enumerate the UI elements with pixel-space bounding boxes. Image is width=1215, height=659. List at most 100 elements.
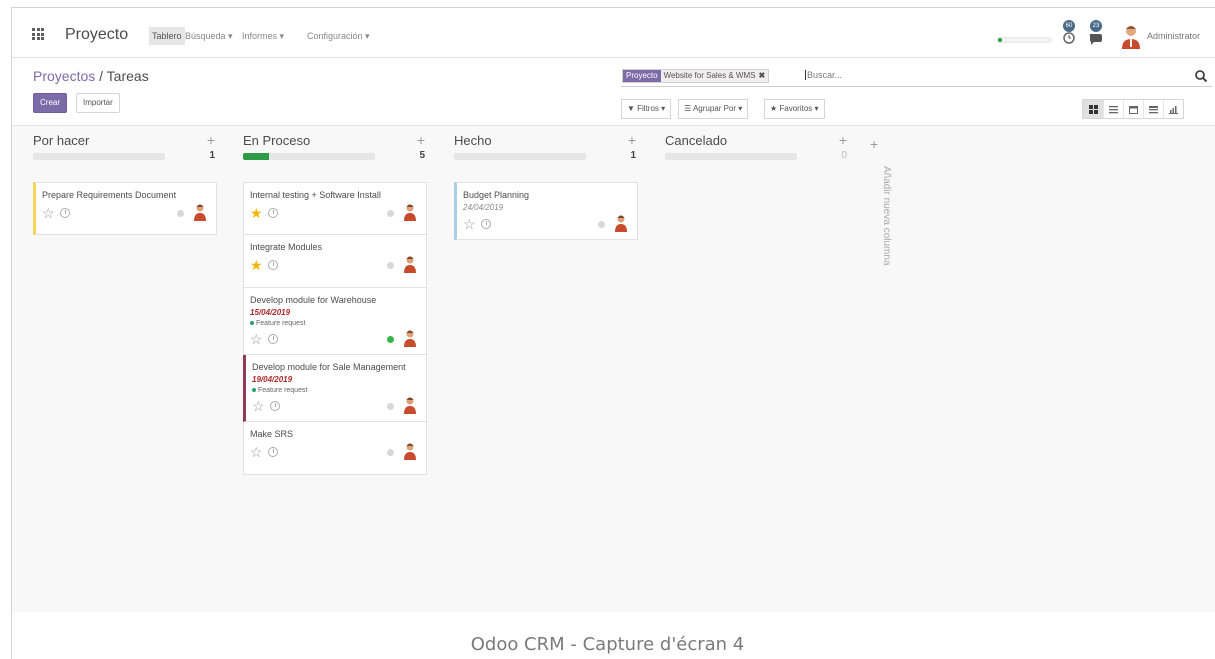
activity-icon[interactable] — [268, 334, 278, 344]
messages-badge: 23 — [1090, 20, 1102, 32]
assignee-avatar — [404, 397, 416, 414]
app-brand[interactable]: Proyecto — [65, 26, 128, 44]
tag-label: Feature request — [256, 320, 306, 327]
column-header[interactable]: En Proceso + 5 — [243, 128, 427, 168]
search-icon[interactable] — [1194, 69, 1208, 83]
column-title[interactable]: En Proceso — [243, 133, 310, 148]
breadcrumb-separator: / — [95, 68, 107, 84]
import-button[interactable]: Importar — [76, 93, 120, 113]
task-card[interactable]: Develop module for Sale Management 19/04… — [243, 355, 427, 422]
add-column-icon[interactable]: + — [870, 136, 878, 152]
activity-clock-icon[interactable]: 60 — [1060, 20, 1078, 46]
quick-create-icon[interactable]: + — [207, 132, 215, 148]
messages-icon[interactable]: 23 — [1087, 20, 1105, 46]
column-count: 5 — [419, 150, 425, 161]
column-title[interactable]: Hecho — [454, 133, 492, 148]
menu-busqueda[interactable]: Búsqueda ▾ — [185, 31, 233, 42]
top-navbar: Proyecto Tablero Búsqueda ▾ Informes ▾ C… — [12, 8, 1215, 58]
task-footer: ☆ — [463, 215, 631, 234]
star-icon[interactable]: ☆ — [463, 216, 476, 232]
column-progress-bar[interactable] — [33, 153, 165, 160]
kanban-state-icon[interactable] — [598, 221, 605, 228]
kanban-state-icon[interactable] — [387, 336, 394, 343]
graph-view-icon[interactable] — [1163, 100, 1183, 118]
view-switcher — [1082, 99, 1184, 119]
kanban-state-icon[interactable] — [387, 210, 394, 217]
search-bar[interactable]: Proyecto Website for Sales & WMS ✖ Busca… — [621, 66, 1212, 87]
list-view-icon[interactable] — [1103, 100, 1123, 118]
facet-title: Proyecto — [623, 70, 661, 82]
task-deadline: 15/04/2019 — [250, 308, 291, 317]
column-progress-bar[interactable] — [665, 153, 797, 160]
task-title: Make SRS — [250, 429, 294, 439]
search-facet[interactable]: Proyecto Website for Sales & WMS ✖ — [622, 69, 770, 83]
task-card[interactable]: Integrate Modules ★ — [243, 235, 427, 288]
quick-create-icon[interactable]: + — [628, 132, 636, 148]
kanban-state-icon[interactable] — [387, 403, 394, 410]
kanban-state-icon[interactable] — [387, 262, 394, 269]
menu-configuracion[interactable]: Configuración ▾ — [307, 31, 370, 42]
group-by-button[interactable]: ☰ Agrupar Por ▾ — [678, 99, 749, 119]
kanban-view-icon[interactable] — [1083, 100, 1103, 118]
activity-icon[interactable] — [268, 208, 278, 218]
timer-progress[interactable] — [997, 37, 1052, 43]
kanban-state-icon[interactable] — [177, 210, 184, 217]
apps-menu-icon[interactable] — [32, 28, 44, 40]
task-footer: ★ — [250, 256, 420, 275]
task-card[interactable]: Budget Planning 24/04/2019 ☆ — [454, 182, 638, 240]
breadcrumb-current: Tareas — [106, 68, 149, 84]
app-window: Proyecto Tablero Búsqueda ▾ Informes ▾ C… — [11, 7, 1215, 659]
task-footer: ☆ — [250, 330, 420, 349]
facet-remove-icon[interactable]: ✖ — [758, 70, 769, 82]
kanban-state-icon[interactable] — [387, 449, 394, 456]
menu-tablero[interactable]: Tablero — [149, 27, 185, 45]
column-count: 0 — [841, 150, 847, 161]
column-header[interactable]: Cancelado + 0 — [665, 128, 849, 168]
column-title[interactable]: Por hacer — [33, 133, 89, 148]
favorites-button[interactable]: ★ Favoritos ▾ — [764, 99, 825, 119]
user-avatar[interactable] — [1120, 23, 1142, 49]
activity-icon[interactable] — [268, 447, 278, 457]
activity-icon[interactable] — [481, 219, 491, 229]
add-column-button[interactable]: + Añadir nueva columna — [867, 136, 892, 286]
user-name[interactable]: Administrator — [1147, 31, 1200, 41]
star-icon[interactable]: ☆ — [252, 398, 265, 414]
task-card[interactable]: Internal testing + Software Install ★ — [243, 182, 427, 235]
task-deadline: 19/04/2019 — [252, 375, 293, 384]
task-tag: Feature request — [250, 320, 420, 327]
column-progress-bar[interactable] — [243, 153, 375, 160]
menu-informes[interactable]: Informes ▾ — [242, 31, 284, 42]
star-icon[interactable]: ☆ — [250, 331, 263, 347]
activity-icon[interactable] — [268, 260, 278, 270]
column-por-hacer: Por hacer + 1 Prepare Requirements Docum… — [33, 128, 217, 235]
task-card[interactable]: Prepare Requirements Document ☆ — [33, 182, 217, 235]
star-icon[interactable]: ★ — [250, 205, 263, 221]
create-button[interactable]: Crear — [33, 93, 68, 113]
task-card[interactable]: Make SRS ☆ — [243, 422, 427, 475]
column-header[interactable]: Hecho + 1 — [454, 128, 638, 168]
search-input[interactable]: Buscar... — [805, 70, 842, 80]
breadcrumb-projects[interactable]: Proyectos — [33, 68, 95, 84]
add-column-label[interactable]: Añadir nueva columna — [881, 166, 892, 266]
activity-icon[interactable] — [60, 208, 70, 218]
column-en-proceso: En Proceso + 5 Internal testing + Softwa… — [243, 128, 427, 475]
activity-badge: 60 — [1063, 20, 1075, 32]
column-title[interactable]: Cancelado — [665, 133, 727, 148]
quick-create-icon[interactable]: + — [839, 132, 847, 148]
task-card[interactable]: Develop module for Warehouse 15/04/2019 … — [243, 288, 427, 355]
quick-create-icon[interactable]: + — [417, 132, 425, 148]
column-progress-bar[interactable] — [454, 153, 586, 160]
activity-icon[interactable] — [270, 401, 280, 411]
tag-label: Feature request — [258, 387, 308, 394]
star-icon[interactable]: ★ — [250, 257, 263, 273]
calendar-view-icon[interactable] — [1123, 100, 1143, 118]
star-icon[interactable]: ☆ — [42, 205, 55, 221]
star-icon[interactable]: ☆ — [250, 444, 263, 460]
task-title: Prepare Requirements Document — [42, 190, 177, 200]
pivot-view-icon[interactable] — [1143, 100, 1163, 118]
assignee-avatar — [194, 204, 206, 221]
column-header[interactable]: Por hacer + 1 — [33, 128, 217, 168]
task-title: Budget Planning — [463, 190, 530, 200]
filters-button[interactable]: ▼ Filtros ▾ — [621, 99, 672, 119]
column-cancelado: Cancelado + 0 — [665, 128, 849, 168]
